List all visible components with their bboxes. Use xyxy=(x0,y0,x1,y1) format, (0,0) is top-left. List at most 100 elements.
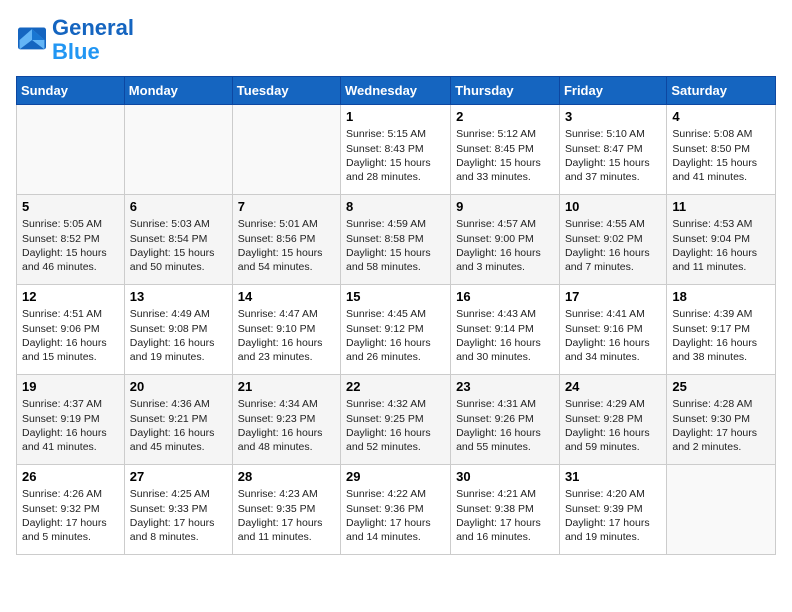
calendar-week-row: 12 Sunrise: 4:51 AM Sunset: 9:06 PM Dayli… xyxy=(17,285,776,375)
calendar-cell: 24 Sunrise: 4:29 AM Sunset: 9:28 PM Dayli… xyxy=(559,375,666,465)
calendar-cell: 3Sunrise: 5:10 AM Sunset: 8:47 PM Daylig… xyxy=(559,105,666,195)
calendar-cell xyxy=(667,465,776,555)
col-header-monday: Monday xyxy=(124,77,232,105)
day-info: Sunrise: 4:57 AM Sunset: 9:00 PM Dayligh… xyxy=(456,217,554,274)
calendar-cell: 11 Sunrise: 4:53 AM Sunset: 9:04 PM Dayli… xyxy=(667,195,776,285)
day-info: Sunrise: 4:55 AM Sunset: 9:02 PM Dayligh… xyxy=(565,217,661,274)
logo-text: GeneralBlue xyxy=(52,16,134,64)
day-number: 29 xyxy=(346,469,445,484)
day-info: Sunrise: 4:36 AM Sunset: 9:21 PM Dayligh… xyxy=(130,397,227,454)
day-number: 11 xyxy=(672,199,770,214)
col-header-tuesday: Tuesday xyxy=(232,77,340,105)
day-info: Sunrise: 4:21 AM Sunset: 9:38 PM Dayligh… xyxy=(456,487,554,544)
day-number: 15 xyxy=(346,289,445,304)
day-number: 22 xyxy=(346,379,445,394)
calendar-week-row: 26 Sunrise: 4:26 AM Sunset: 9:32 PM Dayli… xyxy=(17,465,776,555)
day-number: 24 xyxy=(565,379,661,394)
day-info: Sunrise: 4:34 AM Sunset: 9:23 PM Dayligh… xyxy=(238,397,335,454)
calendar-cell: 2 Sunrise: 5:12 AM Sunset: 8:45 PM Daylig… xyxy=(451,105,560,195)
day-info: Sunrise: 5:01 AM Sunset: 8:56 PM Dayligh… xyxy=(238,217,335,274)
day-info: Sunrise: 4:51 AM Sunset: 9:06 PM Dayligh… xyxy=(22,307,119,364)
day-number: 5 xyxy=(22,199,119,214)
day-number: 25 xyxy=(672,379,770,394)
day-number: 8 xyxy=(346,199,445,214)
col-header-wednesday: Wednesday xyxy=(341,77,451,105)
day-number: 19 xyxy=(22,379,119,394)
day-number: 1 xyxy=(346,109,445,124)
col-header-friday: Friday xyxy=(559,77,666,105)
day-info: Sunrise: 5:03 AM Sunset: 8:54 PM Dayligh… xyxy=(130,217,227,274)
calendar-cell xyxy=(17,105,125,195)
day-number: 7 xyxy=(238,199,335,214)
day-info: Sunrise: 4:37 AM Sunset: 9:19 PM Dayligh… xyxy=(22,397,119,454)
day-info: Sunrise: 4:29 AM Sunset: 9:28 PM Dayligh… xyxy=(565,397,661,454)
calendar-cell: 21 Sunrise: 4:34 AM Sunset: 9:23 PM Dayli… xyxy=(232,375,340,465)
calendar-cell: 27 Sunrise: 4:25 AM Sunset: 9:33 PM Dayli… xyxy=(124,465,232,555)
day-info: Sunrise: 4:47 AM Sunset: 9:10 PM Dayligh… xyxy=(238,307,335,364)
day-number: 23 xyxy=(456,379,554,394)
day-number: 16 xyxy=(456,289,554,304)
day-info: Sunrise: 4:39 AM Sunset: 9:17 PM Dayligh… xyxy=(672,307,770,364)
calendar-cell: 29Sunrise: 4:22 AM Sunset: 9:36 PM Dayli… xyxy=(341,465,451,555)
calendar-cell: 15 Sunrise: 4:45 AM Sunset: 9:12 PM Dayli… xyxy=(341,285,451,375)
day-info: Sunrise: 4:23 AM Sunset: 9:35 PM Dayligh… xyxy=(238,487,335,544)
calendar-cell: 5Sunrise: 5:05 AM Sunset: 8:52 PM Daylig… xyxy=(17,195,125,285)
calendar-cell: 12 Sunrise: 4:51 AM Sunset: 9:06 PM Dayli… xyxy=(17,285,125,375)
day-number: 26 xyxy=(22,469,119,484)
calendar-cell: 10 Sunrise: 4:55 AM Sunset: 9:02 PM Dayli… xyxy=(559,195,666,285)
day-info: Sunrise: 4:20 AM Sunset: 9:39 PM Dayligh… xyxy=(565,487,661,544)
col-header-sunday: Sunday xyxy=(17,77,125,105)
logo: GeneralBlue xyxy=(16,16,134,64)
calendar-cell: 7 Sunrise: 5:01 AM Sunset: 8:56 PM Daylig… xyxy=(232,195,340,285)
calendar-cell: 19 Sunrise: 4:37 AM Sunset: 9:19 PM Dayli… xyxy=(17,375,125,465)
logo-icon xyxy=(16,26,48,54)
day-info: Sunrise: 5:08 AM Sunset: 8:50 PM Dayligh… xyxy=(672,127,770,184)
calendar-table: SundayMondayTuesdayWednesdayThursdayFrid… xyxy=(16,76,776,555)
day-info: Sunrise: 4:59 AM Sunset: 8:58 PM Dayligh… xyxy=(346,217,445,274)
calendar-cell xyxy=(124,105,232,195)
day-number: 27 xyxy=(130,469,227,484)
calendar-cell: 20 Sunrise: 4:36 AM Sunset: 9:21 PM Dayli… xyxy=(124,375,232,465)
day-info: Sunrise: 4:45 AM Sunset: 9:12 PM Dayligh… xyxy=(346,307,445,364)
day-number: 18 xyxy=(672,289,770,304)
day-info: Sunrise: 5:12 AM Sunset: 8:45 PM Dayligh… xyxy=(456,127,554,184)
day-info: Sunrise: 4:43 AM Sunset: 9:14 PM Dayligh… xyxy=(456,307,554,364)
calendar-cell: 23 Sunrise: 4:31 AM Sunset: 9:26 PM Dayli… xyxy=(451,375,560,465)
day-info: Sunrise: 4:28 AM Sunset: 9:30 PM Dayligh… xyxy=(672,397,770,454)
calendar-cell: 4 Sunrise: 5:08 AM Sunset: 8:50 PM Daylig… xyxy=(667,105,776,195)
calendar-cell: 8 Sunrise: 4:59 AM Sunset: 8:58 PM Daylig… xyxy=(341,195,451,285)
day-number: 13 xyxy=(130,289,227,304)
calendar-cell: 18 Sunrise: 4:39 AM Sunset: 9:17 PM Dayli… xyxy=(667,285,776,375)
calendar-cell: 26 Sunrise: 4:26 AM Sunset: 9:32 PM Dayli… xyxy=(17,465,125,555)
calendar-week-row: 1Sunrise: 5:15 AM Sunset: 8:43 PM Daylig… xyxy=(17,105,776,195)
day-number: 12 xyxy=(22,289,119,304)
calendar-cell: 22Sunrise: 4:32 AM Sunset: 9:25 PM Dayli… xyxy=(341,375,451,465)
day-info: Sunrise: 4:53 AM Sunset: 9:04 PM Dayligh… xyxy=(672,217,770,274)
calendar-cell: 14Sunrise: 4:47 AM Sunset: 9:10 PM Dayli… xyxy=(232,285,340,375)
day-number: 10 xyxy=(565,199,661,214)
day-number: 17 xyxy=(565,289,661,304)
calendar-week-row: 5Sunrise: 5:05 AM Sunset: 8:52 PM Daylig… xyxy=(17,195,776,285)
calendar-cell: 16 Sunrise: 4:43 AM Sunset: 9:14 PM Dayli… xyxy=(451,285,560,375)
day-info: Sunrise: 4:41 AM Sunset: 9:16 PM Dayligh… xyxy=(565,307,661,364)
calendar-cell: 13Sunrise: 4:49 AM Sunset: 9:08 PM Dayli… xyxy=(124,285,232,375)
col-header-saturday: Saturday xyxy=(667,77,776,105)
day-info: Sunrise: 4:25 AM Sunset: 9:33 PM Dayligh… xyxy=(130,487,227,544)
calendar-header-row: SundayMondayTuesdayWednesdayThursdayFrid… xyxy=(17,77,776,105)
calendar-cell: 9Sunrise: 4:57 AM Sunset: 9:00 PM Daylig… xyxy=(451,195,560,285)
calendar-cell xyxy=(232,105,340,195)
day-number: 20 xyxy=(130,379,227,394)
calendar-cell: 6 Sunrise: 5:03 AM Sunset: 8:54 PM Daylig… xyxy=(124,195,232,285)
day-info: Sunrise: 4:26 AM Sunset: 9:32 PM Dayligh… xyxy=(22,487,119,544)
day-number: 2 xyxy=(456,109,554,124)
day-number: 3 xyxy=(565,109,661,124)
day-info: Sunrise: 4:31 AM Sunset: 9:26 PM Dayligh… xyxy=(456,397,554,454)
calendar-week-row: 19 Sunrise: 4:37 AM Sunset: 9:19 PM Dayli… xyxy=(17,375,776,465)
page-header: GeneralBlue xyxy=(16,16,776,64)
day-number: 30 xyxy=(456,469,554,484)
day-number: 21 xyxy=(238,379,335,394)
calendar-cell: 28Sunrise: 4:23 AM Sunset: 9:35 PM Dayli… xyxy=(232,465,340,555)
day-number: 6 xyxy=(130,199,227,214)
calendar-cell: 25 Sunrise: 4:28 AM Sunset: 9:30 PM Dayli… xyxy=(667,375,776,465)
day-number: 4 xyxy=(672,109,770,124)
